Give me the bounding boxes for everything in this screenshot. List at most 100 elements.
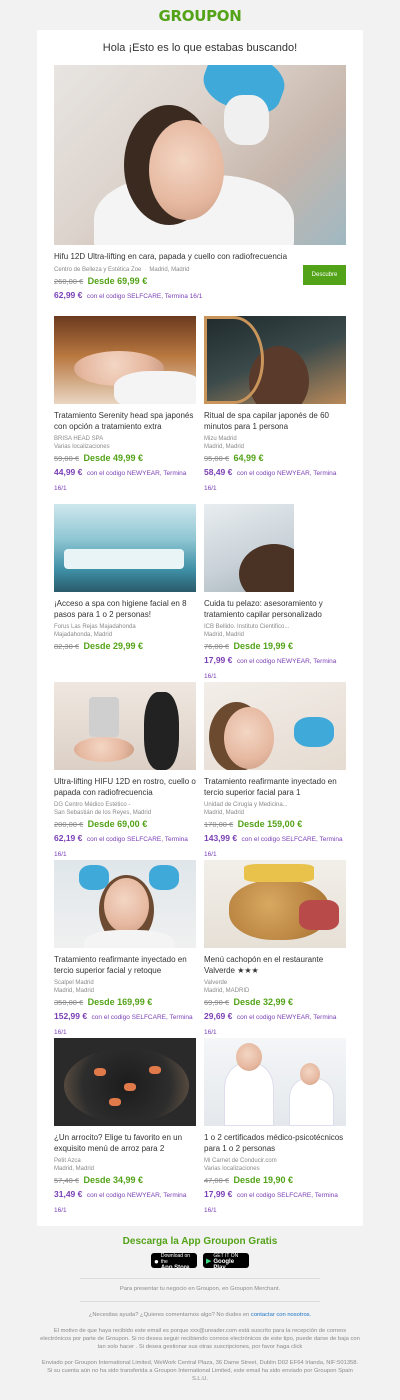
apple-icon: ● <box>154 1256 159 1266</box>
deal-title[interactable]: Tratamiento reafirmante inyectado en ter… <box>204 777 346 798</box>
deal-title[interactable]: Menú cachopón en el restaurante Valverde… <box>204 955 346 976</box>
deal-price-row: 350,00 € Desde 169,99 € <box>54 995 196 1009</box>
help-text: ¿Necesitas ayuda? ¿Quieres comentarnos a… <box>88 1312 250 1318</box>
deal-image[interactable] <box>54 1038 196 1126</box>
deal-merchant: Valverde <box>204 980 228 986</box>
deal-location: Madrid, MADRID <box>204 988 250 994</box>
deal-title[interactable]: Tratamiento Serenity head spa japonés co… <box>54 411 196 432</box>
deal-title[interactable]: Tratamiento reafirmante inyectado en ter… <box>54 955 196 976</box>
deal-price-row: 170,00 € Desde 159,00 € <box>204 817 346 831</box>
deal-promo-row: 17,99 € con el codigo SELFCARE, Termina … <box>204 1187 346 1217</box>
deal-merchant: DG Centro Médico Estético - <box>54 802 131 808</box>
deal-card[interactable]: Tratamiento Serenity head spa japonés co… <box>54 316 196 495</box>
deal-card[interactable]: Tratamiento reafirmante inyectado en ter… <box>204 682 346 861</box>
hero-title[interactable]: Hifu 12D Ultra-lifting en cara, papada y… <box>54 252 346 263</box>
sender-info: Enviado por Groupon International Limite… <box>41 1360 359 1382</box>
deal-merchant: Forus Las Rejas Majadahonda <box>54 624 136 630</box>
deal-price-row: 95,00 € 64,99 € <box>204 451 346 465</box>
deal-image[interactable] <box>204 682 346 770</box>
deal-old-price: 82,30 € <box>54 642 80 651</box>
deal-old-price: 95,00 € <box>204 454 230 463</box>
deal-location: Madrid, Madrid <box>204 444 245 450</box>
deal-old-price: 57,40 € <box>54 1176 80 1185</box>
deal-image[interactable] <box>204 504 346 592</box>
deal-price: 64,99 € <box>233 453 264 463</box>
app-store-badge[interactable]: ● Download on the App Store <box>151 1253 197 1271</box>
deal-card[interactable]: ¿Un arrocito? Elige tu favorito en un ex… <box>54 1038 196 1217</box>
deal-title[interactable]: Ultra-lifting HIFU 12D en rostro, cuello… <box>54 777 196 798</box>
merchant-line: Para presentar tu negocio en Groupon, en… <box>119 1286 281 1292</box>
deal-image[interactable] <box>204 1038 346 1126</box>
deal-image[interactable] <box>54 504 196 592</box>
app-download-title: Descarga la App Groupon Gratis <box>122 1236 278 1247</box>
deal-card[interactable]: Ritual de spa capilar japonés de 60 minu… <box>204 316 346 495</box>
hero-deal[interactable]: Hifu 12D Ultra-lifting en cara, papada y… <box>54 65 346 303</box>
deal-price: Desde 19,90 € <box>233 1175 294 1185</box>
footer: Descarga la App Groupon Gratis ● Downloa… <box>0 1226 400 1383</box>
deal-image[interactable] <box>54 860 196 948</box>
hero-merchant: Centro de Belleza y Estética Zoe <box>54 266 142 273</box>
deal-card[interactable]: Menú cachopón en el restaurante Valverde… <box>204 860 346 1039</box>
deal-merchant: Petit Azca <box>54 1158 81 1164</box>
deal-promo-price: 29,69 € <box>204 1011 233 1021</box>
deal-price-row: 76,00 € Desde 19,99 € <box>204 639 346 653</box>
deal-old-price: 76,00 € <box>204 642 230 651</box>
deal-promo-row: 152,99 € con el codigo SELFCARE, Termina… <box>54 1009 196 1039</box>
deal-old-price: 350,00 € <box>54 998 84 1007</box>
hero-promo-text: con el codigo SELFCARE, Termina 16/1 <box>86 292 203 300</box>
deal-promo-row: 17,99 € con el codigo NEWYEAR, Termina 1… <box>204 653 346 683</box>
deal-price: Desde 169,99 € <box>87 997 153 1007</box>
deal-price: Desde 69,00 € <box>87 819 148 829</box>
deal-location: Varias localizaciones <box>204 1166 260 1172</box>
hero-promo-row: 62,99 € con el codigo SELFCARE, Termina … <box>54 288 346 303</box>
footer-divider <box>80 1301 320 1302</box>
deal-price: Desde 159,00 € <box>237 819 303 829</box>
deal-image[interactable] <box>54 316 196 404</box>
deal-card[interactable]: Cuida tu pelazo: asesoramiento y tratami… <box>204 504 346 683</box>
email-card: Hola ¡Esto es lo que estabas buscando! H… <box>37 30 363 1226</box>
subscription-reason: El motivo de que haya recibido este emai… <box>40 1328 360 1350</box>
deal-price: Desde 49,99 € <box>83 453 144 463</box>
deal-title[interactable]: ¿Un arrocito? Elige tu favorito en un ex… <box>54 1133 196 1154</box>
deal-title[interactable]: ¡Acceso a spa con higiene facial en 8 pa… <box>54 599 196 620</box>
deal-location: Majadahonda, Madrid <box>54 632 113 638</box>
deal-old-price: 59,00 € <box>54 454 80 463</box>
deal-card[interactable]: 1 o 2 certificados médico-psicotécnicos … <box>204 1038 346 1217</box>
deal-promo-row: 143,99 € con el codigo SELFCARE, Termina… <box>204 831 346 861</box>
deal-merchant: ICB Bellido. Instituto Cientifico... <box>204 624 290 630</box>
deal-image[interactable] <box>54 682 196 770</box>
deal-old-price: 47,00 € <box>204 1176 230 1185</box>
deal-image[interactable] <box>204 860 346 948</box>
deal-promo-price: 17,99 € <box>204 655 233 665</box>
hero-old-price: 260,00 € <box>54 276 84 286</box>
deal-price-row: 47,00 € Desde 19,90 € <box>204 1173 346 1187</box>
deal-card[interactable]: ¡Acceso a spa con higiene facial en 8 pa… <box>54 504 196 653</box>
deal-old-price: 69,90 € <box>204 998 230 1007</box>
deal-card[interactable]: Ultra-lifting HIFU 12D en rostro, cuello… <box>54 682 196 861</box>
hero-image[interactable] <box>54 65 346 245</box>
google-play-badge[interactable]: ▶ GET IT ON Google Play <box>203 1253 249 1271</box>
groupon-logo[interactable]: GROUPON <box>159 7 242 25</box>
discover-button[interactable]: Descubre <box>303 265 346 285</box>
deal-title[interactable]: Cuida tu pelazo: asesoramiento y tratami… <box>204 599 346 620</box>
deal-merchant: Unidad de Cirugía y Medicina... <box>204 802 288 808</box>
deal-card[interactable]: Tratamiento reafirmante inyectado en ter… <box>54 860 196 1039</box>
deal-location: Varias localizaciones <box>54 444 110 450</box>
deal-title[interactable]: Ritual de spa capilar japonés de 60 minu… <box>204 411 346 432</box>
header: GROUPON <box>0 0 400 30</box>
deal-promo-price: 31,49 € <box>54 1189 83 1199</box>
deal-promo-row: 31,49 € con el codigo NEWYEAR, Termina 1… <box>54 1187 196 1217</box>
deal-price-row: 59,00 € Desde 49,99 € <box>54 451 196 465</box>
deal-promo-price: 17,99 € <box>204 1189 233 1199</box>
deal-price-row: 57,40 € Desde 34,99 € <box>54 1173 196 1187</box>
deal-title[interactable]: 1 o 2 certificados médico-psicotécnicos … <box>204 1133 346 1154</box>
deal-promo-price: 58,49 € <box>204 467 233 477</box>
contact-link[interactable]: contactar con nosotros. <box>251 1312 311 1318</box>
store-badges: ● Download on the App Store ▶ GET IT ON Go… <box>0 1253 400 1271</box>
deal-image[interactable] <box>204 316 346 404</box>
deal-location: Madrid, Madrid <box>54 1166 95 1172</box>
deal-old-price: 170,00 € <box>204 820 234 829</box>
deal-price: Desde 34,99 € <box>83 1175 144 1185</box>
deal-promo-row: 58,49 € con el codigo NEWYEAR, Termina 1… <box>204 465 346 495</box>
deal-location: San Sebastián de los Reyes, Madrid <box>54 810 152 816</box>
